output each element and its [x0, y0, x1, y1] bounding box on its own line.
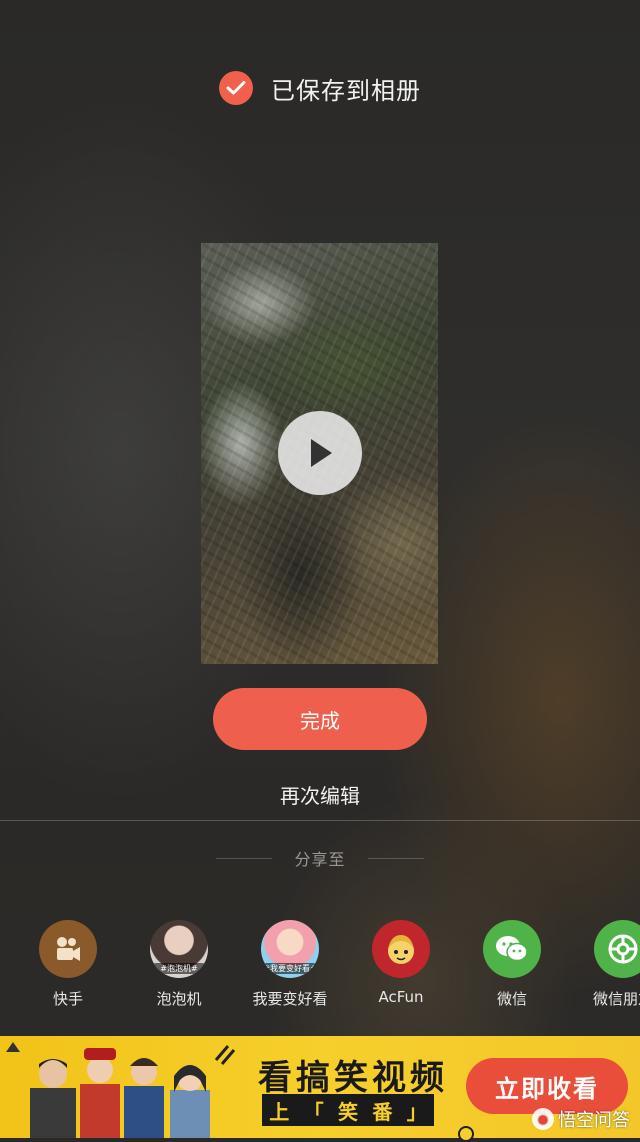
- wechat-icon: [483, 920, 541, 978]
- share-targets-row: 快手 #泡泡机# 泡泡机 #我要变好看# 我要变好看 AcFun 微信 微信朋: [0, 920, 640, 1020]
- kuaishou-icon: [39, 920, 97, 978]
- share-target-bianhaokan[interactable]: #我要变好看# 我要变好看: [235, 920, 345, 1009]
- ad-subline-char: 上: [269, 1099, 290, 1124]
- share-target-wechat[interactable]: 微信: [457, 920, 567, 1009]
- paopaoji-avatar: #泡泡机#: [150, 920, 208, 978]
- ad-subline-char: 「: [303, 1099, 324, 1124]
- saved-to-album-text: 已保存到相册: [271, 76, 421, 105]
- paopaoji-avatar-tag: #泡泡机#: [152, 963, 206, 974]
- ad-subline-char: 番: [372, 1099, 393, 1124]
- ad-banner[interactable]: 看搞笑视频 上 「 笑 番 」 立即收看 ● 悟空问答: [0, 1036, 640, 1138]
- section-divider: [0, 820, 640, 821]
- share-target-wechat-moments[interactable]: 微信朋友: [568, 920, 640, 1009]
- watermark-text: 悟空问答: [558, 1110, 630, 1131]
- saved-to-album-banner: 已保存到相册: [0, 68, 640, 108]
- share-title: 分享至: [294, 850, 346, 869]
- share-heading-line-left: [216, 857, 273, 859]
- done-button[interactable]: 完成: [213, 688, 427, 750]
- ad-subline-char: 」: [406, 1099, 427, 1124]
- video-preview[interactable]: [201, 243, 438, 664]
- ad-people-illustration: [30, 1045, 236, 1138]
- share-heading-line-right: [367, 857, 424, 859]
- ad-headline: 看搞笑视频: [258, 1058, 448, 1098]
- play-icon: [311, 439, 332, 467]
- wechat-moments-icon: [594, 920, 640, 978]
- share-label-wechat-moments: 微信朋友: [592, 990, 640, 1008]
- share-label-bianhaokan: 我要变好看: [252, 990, 328, 1008]
- check-icon: [219, 71, 253, 105]
- wukong-logo-icon: ●: [532, 1108, 554, 1130]
- acfun-icon: [372, 920, 430, 978]
- share-label-kuaishou: 快手: [52, 990, 83, 1008]
- ad-subline: 上 「 笑 番 」: [262, 1094, 434, 1126]
- play-button[interactable]: [278, 411, 362, 495]
- bianhaokan-avatar-tag: #我要变好看#: [263, 963, 317, 974]
- share-label-wechat: 微信: [496, 990, 527, 1008]
- ad-subline-char: 笑: [337, 1099, 358, 1124]
- share-target-paopaoji[interactable]: #泡泡机# 泡泡机: [124, 920, 234, 1009]
- share-label-acfun: AcFun: [378, 988, 424, 1006]
- edit-again-link[interactable]: 再次编辑: [0, 780, 640, 809]
- share-target-kuaishou[interactable]: 快手: [13, 920, 123, 1009]
- location-pin-icon: [458, 1126, 474, 1142]
- share-heading: 分享至: [0, 846, 640, 870]
- wukong-watermark: ● 悟空问答: [532, 1106, 630, 1132]
- bianhaokan-avatar: #我要变好看#: [261, 920, 319, 978]
- share-label-paopaoji: 泡泡机: [156, 990, 202, 1008]
- share-target-acfun[interactable]: AcFun: [346, 920, 456, 1006]
